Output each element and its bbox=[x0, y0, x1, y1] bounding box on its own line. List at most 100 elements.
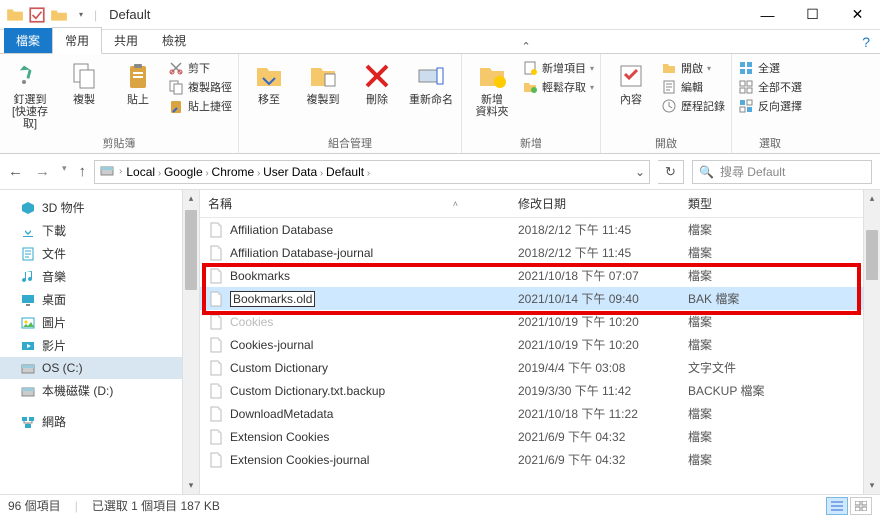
close-button[interactable]: ✕ bbox=[835, 0, 880, 30]
chevron-right-icon[interactable]: › bbox=[119, 166, 122, 177]
pin-button[interactable]: 釘選到 [快速存取] bbox=[6, 58, 54, 130]
nav-item[interactable]: 下載 bbox=[0, 219, 199, 242]
properties-qat-icon[interactable] bbox=[28, 6, 46, 24]
table-row[interactable]: Bookmarks.old2021/10/14 下午 09:40BAK 檔案 bbox=[200, 287, 863, 310]
minimize-ribbon-icon[interactable]: ⌃ bbox=[522, 40, 531, 53]
breadcrumb-segment[interactable]: Local bbox=[126, 165, 155, 179]
details-view-button[interactable] bbox=[826, 497, 848, 515]
address-dropdown-icon[interactable]: ⌄ bbox=[635, 165, 645, 179]
scrollbar-thumb[interactable] bbox=[866, 230, 878, 280]
easyaccess-button[interactable]: 輕鬆存取▾ bbox=[522, 79, 594, 95]
table-row[interactable]: Extension Cookies2021/6/9 下午 04:32檔案 bbox=[200, 425, 863, 448]
nav-item[interactable]: 影片 bbox=[0, 334, 199, 357]
minimize-button[interactable]: — bbox=[745, 0, 790, 30]
status-bar: 96 個項目 | 已選取 1 個項目 187 KB bbox=[0, 494, 880, 516]
paste-button[interactable]: 貼上 bbox=[114, 58, 162, 106]
rename-button[interactable]: 重新命名 bbox=[407, 58, 455, 106]
column-name[interactable]: 名稱˄ bbox=[208, 195, 518, 212]
maximize-button[interactable]: ☐ bbox=[790, 0, 835, 30]
file-icon bbox=[208, 360, 224, 376]
scroll-up-button[interactable]: ▴ bbox=[864, 190, 880, 207]
forward-button[interactable]: → bbox=[35, 163, 50, 180]
address-bar-row: ← → ▾ ↑ › Local › Google › Chrome › User… bbox=[0, 154, 880, 190]
desktop-icon bbox=[20, 292, 36, 308]
nav-item[interactable]: 圖片 bbox=[0, 311, 199, 334]
delete-button[interactable]: 刪除 bbox=[353, 58, 401, 106]
newitem-button[interactable]: 新增項目▾ bbox=[522, 60, 594, 76]
copypath-button[interactable]: 複製路徑 bbox=[168, 79, 232, 95]
help-icon[interactable]: ? bbox=[862, 34, 870, 50]
table-row[interactable]: Bookmarks2021/10/18 下午 07:07檔案 bbox=[200, 264, 863, 287]
nav-item-label: 本機磁碟 (D:) bbox=[42, 382, 113, 399]
chevron-right-icon[interactable]: › bbox=[155, 168, 164, 179]
breadcrumb-segment[interactable]: Chrome bbox=[212, 165, 255, 179]
copyto-button[interactable]: 複製到 bbox=[299, 58, 347, 106]
nav-item-label: 下載 bbox=[42, 222, 66, 239]
scroll-down-button[interactable]: ▾ bbox=[183, 477, 199, 494]
scrollbar-thumb[interactable] bbox=[185, 210, 197, 290]
column-type[interactable]: 類型 bbox=[688, 195, 863, 212]
breadcrumb-segment[interactable]: User Data bbox=[263, 165, 317, 179]
3d-icon bbox=[20, 200, 36, 216]
qat-dropdown-icon[interactable]: ▾ bbox=[72, 6, 90, 24]
nav-item-label: 音樂 bbox=[42, 268, 66, 285]
chevron-right-icon[interactable]: › bbox=[254, 168, 263, 179]
scroll-down-button[interactable]: ▾ bbox=[864, 477, 880, 494]
scroll-up-button[interactable]: ▴ bbox=[183, 190, 199, 207]
nav-item[interactable]: 網路 bbox=[0, 410, 199, 433]
selectall-button[interactable]: 全選 bbox=[738, 60, 802, 76]
column-date[interactable]: 修改日期 bbox=[518, 195, 688, 212]
file-icon bbox=[208, 452, 224, 468]
nav-item[interactable]: 3D 物件 bbox=[0, 196, 199, 219]
nav-item[interactable]: 本機磁碟 (D:) bbox=[0, 379, 199, 402]
nav-item[interactable]: OS (C:) bbox=[0, 357, 199, 379]
thumbnails-view-button[interactable] bbox=[850, 497, 872, 515]
refresh-button[interactable]: ↻ bbox=[658, 160, 684, 184]
file-scrollbar[interactable]: ▴ ▾ bbox=[863, 190, 880, 494]
nav-item[interactable]: 音樂 bbox=[0, 265, 199, 288]
chevron-right-icon[interactable]: › bbox=[364, 168, 370, 179]
history-dropdown-icon[interactable]: ▾ bbox=[62, 163, 67, 180]
copy-button[interactable]: 複製 bbox=[60, 58, 108, 106]
breadcrumb-segment[interactable]: Default bbox=[326, 165, 364, 179]
up-button[interactable]: ↑ bbox=[79, 163, 87, 180]
invertselection-button[interactable]: 反向選擇 bbox=[738, 98, 802, 114]
tab-file[interactable]: 檔案 bbox=[4, 28, 52, 53]
tab-share[interactable]: 共用 bbox=[102, 28, 150, 53]
table-row[interactable]: Cookies-journal2021/10/19 下午 10:20檔案 bbox=[200, 333, 863, 356]
table-row[interactable]: Extension Cookies-journal2021/6/9 下午 04:… bbox=[200, 448, 863, 471]
table-row[interactable]: Affiliation Database-journal2018/2/12 下午… bbox=[200, 241, 863, 264]
table-row[interactable]: Custom Dictionary2019/4/4 下午 03:08文字文件 bbox=[200, 356, 863, 379]
chevron-right-icon[interactable]: › bbox=[203, 168, 212, 179]
nav-item-label: 影片 bbox=[42, 337, 66, 354]
ribbon-group-open: 內容 開啟▾ 編輯 歷程記錄 開啟 bbox=[601, 54, 732, 153]
open-button[interactable]: 開啟▾ bbox=[661, 60, 725, 76]
edit-button[interactable]: 編輯 bbox=[661, 79, 725, 95]
chevron-right-icon[interactable]: › bbox=[317, 168, 326, 179]
nav-item-label: 桌面 bbox=[42, 291, 66, 308]
search-placeholder: 搜尋 Default bbox=[720, 163, 785, 180]
pasteshortcut-button[interactable]: 貼上捷徑 bbox=[168, 98, 232, 114]
file-list-pane: 名稱˄ 修改日期 類型 Affiliation Database2018/2/1… bbox=[200, 190, 880, 494]
history-button[interactable]: 歷程記錄 bbox=[661, 98, 725, 114]
file-icon bbox=[208, 222, 224, 238]
properties-button[interactable]: 內容 bbox=[607, 58, 655, 106]
address-bar[interactable]: › Local › Google › Chrome › User Data › … bbox=[94, 160, 650, 184]
table-row[interactable]: Affiliation Database2018/2/12 下午 11:45檔案 bbox=[200, 218, 863, 241]
selectnone-button[interactable]: 全部不選 bbox=[738, 79, 802, 95]
tab-home[interactable]: 常用 bbox=[52, 27, 102, 54]
breadcrumb-segment[interactable]: Google bbox=[164, 165, 203, 179]
moveto-button[interactable]: 移至 bbox=[245, 58, 293, 106]
search-box[interactable]: 🔍 搜尋 Default bbox=[692, 160, 872, 184]
nav-item[interactable]: 桌面 bbox=[0, 288, 199, 311]
table-row[interactable]: DownloadMetadata2021/10/18 下午 11:22檔案 bbox=[200, 402, 863, 425]
disk-icon bbox=[20, 360, 36, 376]
back-button[interactable]: ← bbox=[8, 163, 23, 180]
nav-item[interactable]: 文件 bbox=[0, 242, 199, 265]
newfolder-button[interactable]: 新增 資料夾 bbox=[468, 58, 516, 118]
rename-input[interactable]: Bookmarks.old bbox=[230, 291, 315, 307]
table-row[interactable]: Custom Dictionary.txt.backup2019/3/30 下午… bbox=[200, 379, 863, 402]
cut-button[interactable]: 剪下 bbox=[168, 60, 232, 76]
tab-view[interactable]: 檢視 bbox=[150, 28, 198, 53]
table-row[interactable]: Cookies2021/10/19 下午 10:20檔案 bbox=[200, 310, 863, 333]
